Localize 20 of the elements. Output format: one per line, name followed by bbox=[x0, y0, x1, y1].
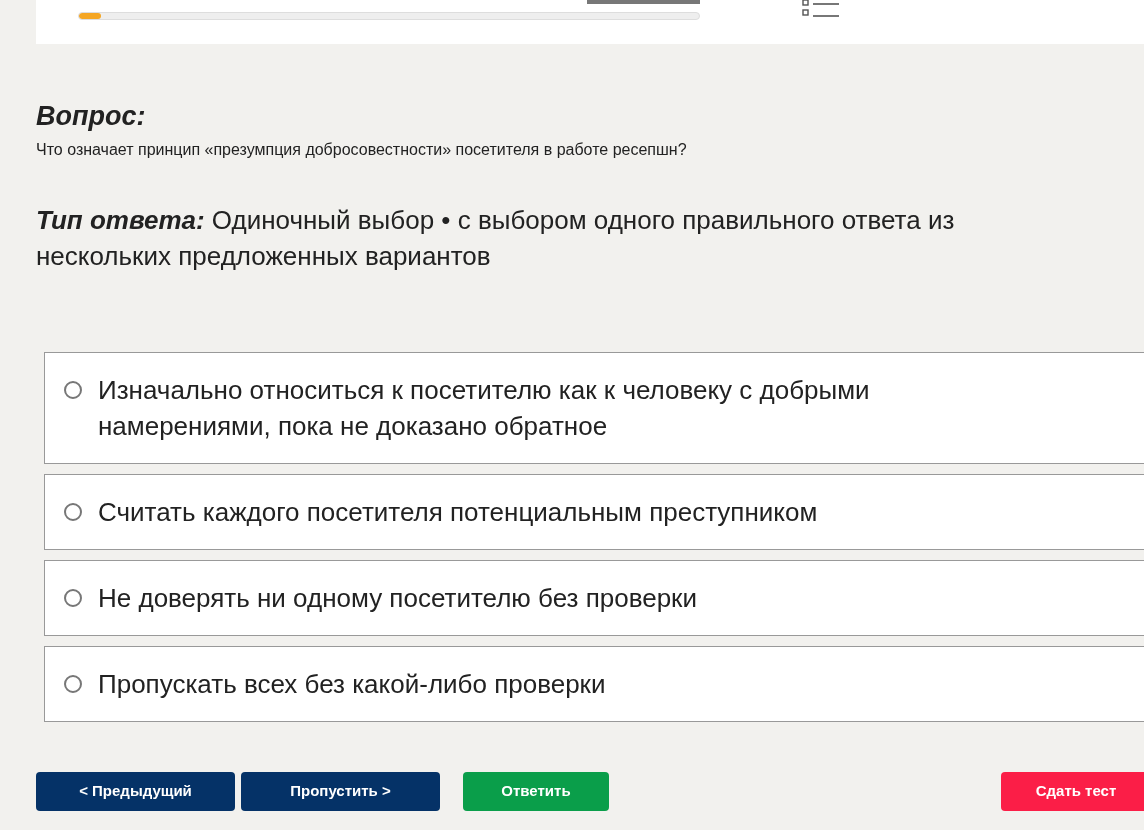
nav-button[interactable]: Пропустить > bbox=[241, 772, 440, 811]
answer-option[interactable]: Изначально относиться к посетителю как к человеку с добрыми намерениями, пока не доказано обратное bbox=[44, 351, 1144, 464]
option-text: Считать каждого посетителя потенциальным преступником bbox=[98, 495, 818, 529]
answer-type-text: Тип ответа: Одиночный выбор • с выбором одного правильного ответа из нескольких предложенных вариантов bbox=[36, 203, 956, 273]
option-text: Пропускать всех без какой-либо проверки bbox=[98, 667, 606, 701]
answer-button[interactable]: Ответить bbox=[463, 772, 609, 811]
question-text: Что означает принцип «презумпция добросовестности» посетителя в работе ресепшн? bbox=[36, 139, 688, 160]
radio-button[interactable] bbox=[64, 502, 82, 521]
radio-button[interactable] bbox=[64, 380, 82, 399]
submit-test-button[interactable]: Сдать тест bbox=[1001, 772, 1144, 811]
list-icon[interactable] bbox=[802, 0, 840, 18]
question-label: Вопрос: bbox=[36, 100, 147, 133]
nav-button[interactable]: < Предыдущий bbox=[36, 772, 235, 811]
answer-option[interactable]: Пропускать всех без какой-либо проверки bbox=[44, 645, 1144, 722]
radio-button[interactable] bbox=[64, 588, 82, 607]
answer-option[interactable]: Не доверять ни одному посетителю без проверки bbox=[44, 559, 1144, 636]
radio-button[interactable] bbox=[64, 674, 82, 693]
option-text: Изначально относиться к посетителю как к человеку с добрыми намерениями, пока не доказано обратное bbox=[98, 373, 871, 443]
answer-option[interactable]: Считать каждого посетителя потенциальным преступником bbox=[44, 473, 1144, 550]
option-text: Не доверять ни одному посетителю без проверки bbox=[98, 581, 697, 615]
